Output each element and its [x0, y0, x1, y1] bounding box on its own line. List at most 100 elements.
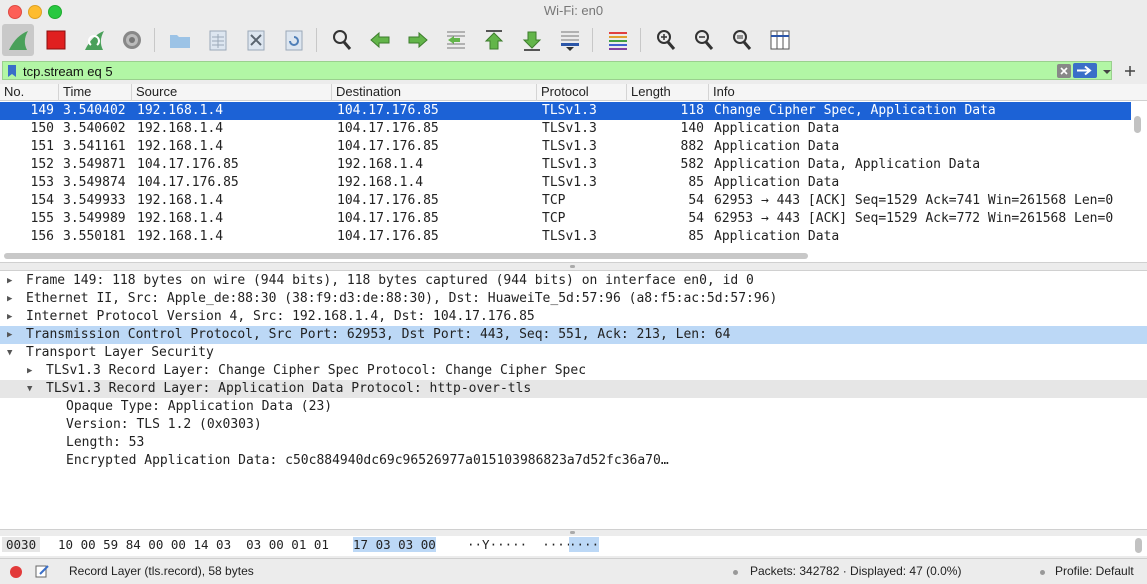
zoom-in-button[interactable]	[650, 24, 682, 56]
expand-arrow-right-icon[interactable]: ▶	[7, 290, 17, 308]
packet-protocol: TLSv1.3	[542, 175, 597, 190]
column-header-no[interactable]: No.	[0, 84, 59, 101]
stop-capture-button[interactable]	[40, 24, 72, 56]
restart-capture-button[interactable]	[78, 24, 110, 56]
detail-row[interactable]: ▶ Internet Protocol Version 4, Src: 192.1…	[0, 308, 1147, 326]
close-file-button[interactable]	[240, 24, 272, 56]
packet-row[interactable]: 149 3.540402 192.168.1.4 104.17.176.85 TLSv1…	[0, 102, 1131, 120]
last-packet-button[interactable]	[516, 24, 548, 56]
minimize-window-button[interactable]	[28, 5, 42, 19]
detail-text: TLSv1.3 Record Layer: Application Data P…	[46, 381, 532, 396]
packet-destination: 192.168.1.4	[337, 175, 424, 190]
packet-row[interactable]: 156 3.550181 192.168.1.4 104.17.176.85 TLSv1…	[0, 228, 1131, 246]
packet-row[interactable]: 151 3.541161 192.168.1.4 104.17.176.85 TLSv1…	[0, 138, 1131, 156]
column-header-destination[interactable]: Destination	[332, 84, 537, 101]
colorize-button[interactable]	[602, 24, 634, 56]
bytes-ascii-highlight[interactable]: ····	[569, 537, 600, 552]
zoom-out-icon	[695, 30, 714, 50]
capture-comment-icon[interactable]	[35, 564, 49, 578]
expand-arrow-down-icon[interactable]: ▼	[7, 344, 17, 362]
bookmark-icon[interactable]	[6, 64, 18, 78]
expand-arrow-right-icon[interactable]: ▶	[27, 362, 37, 380]
column-header-protocol[interactable]: Protocol	[537, 84, 627, 101]
pane-splitter[interactable]	[0, 262, 1147, 271]
packet-number: 153	[30, 175, 54, 190]
horizontal-scrollbar-thumb[interactable]	[4, 253, 808, 259]
packet-number: 151	[30, 139, 54, 154]
first-packet-button[interactable]	[478, 24, 510, 56]
detail-row[interactable]: Version: TLS 1.2 (0x0303)	[0, 416, 1147, 434]
splitter-handle[interactable]	[570, 531, 575, 534]
detail-row[interactable]: ▶ Frame 149: 118 bytes on wire (944 bits)…	[0, 272, 1147, 290]
detail-row[interactable]: Opaque Type: Application Data (23)	[0, 398, 1147, 416]
chevron-down-icon[interactable]	[1102, 67, 1112, 77]
packet-number: 156	[30, 229, 54, 244]
packet-list-pane: No. Time Source Destination Protocol Len…	[0, 84, 1147, 262]
column-header-time[interactable]: Time	[59, 84, 132, 101]
display-filter-bar: tcp.stream eq 5	[0, 61, 1147, 81]
find-packet-button[interactable]	[326, 24, 358, 56]
packet-destination: 104.17.176.85	[337, 103, 439, 118]
detail-row[interactable]: ▶ Ethernet II, Src: Apple_de:88:30 (38:f9…	[0, 290, 1147, 308]
zoom-out-button[interactable]	[688, 24, 720, 56]
expand-arrow-down-icon[interactable]: ▼	[27, 380, 37, 398]
packet-row[interactable]: 154 3.549933 192.168.1.4 104.17.176.85 TCP 54…	[0, 192, 1131, 210]
splitter-handle[interactable]	[570, 265, 575, 268]
open-file-button[interactable]	[164, 24, 196, 56]
packet-protocol: TLSv1.3	[542, 103, 597, 118]
packet-protocol: TCP	[542, 211, 566, 226]
auto-scroll-button[interactable]	[554, 24, 586, 56]
expand-arrow-right-icon[interactable]: ▶	[7, 326, 17, 344]
go-back-button[interactable]	[364, 24, 396, 56]
bytes-hex[interactable]: 10 00 59 84 00 00 14 03 03 00 01 01	[58, 537, 329, 552]
detail-row[interactable]: Encrypted Application Data: c50c884940dc…	[0, 452, 1147, 470]
packet-info: Change Cipher Spec, Application Data	[714, 103, 996, 118]
go-to-packet-button[interactable]	[440, 24, 472, 56]
column-header-source[interactable]: Source	[132, 84, 332, 101]
packet-source: 192.168.1.4	[137, 193, 224, 208]
reload-file-button[interactable]	[278, 24, 310, 56]
packet-time: 3.549933	[63, 193, 126, 208]
expert-info-icon[interactable]	[9, 565, 23, 579]
vertical-scrollbar-thumb[interactable]	[1134, 116, 1141, 133]
expand-arrow-right-icon[interactable]: ▶	[7, 308, 17, 326]
close-window-button[interactable]	[8, 5, 22, 19]
zoom-window-button[interactable]	[48, 5, 62, 19]
packet-number: 149	[30, 103, 54, 118]
detail-row[interactable]: ▶ Transmission Control Protocol, Src Port…	[0, 326, 1147, 344]
detail-text: Ethernet II, Src: Apple_de:88:30 (38:f9:…	[26, 291, 778, 306]
detail-row[interactable]: Length: 53	[0, 434, 1147, 452]
apply-filter-button[interactable]	[1073, 63, 1097, 78]
bytes-ascii[interactable]: ··Y····· ····	[467, 537, 572, 552]
packet-row[interactable]: 152 3.549871 104.17.176.85 192.168.1.4 TLSv1…	[0, 156, 1131, 174]
packet-source: 104.17.176.85	[137, 157, 239, 172]
capture-options-button[interactable]	[116, 24, 148, 56]
packet-source: 104.17.176.85	[137, 175, 239, 190]
clear-filter-icon[interactable]	[1057, 64, 1071, 78]
detail-row[interactable]: ▼ TLSv1.3 Record Layer: Application Data …	[0, 380, 1147, 398]
status-field-info: Record Layer (tls.record), 58 bytes	[69, 564, 254, 578]
packet-row[interactable]: 150 3.540602 192.168.1.4 104.17.176.85 TLSv1…	[0, 120, 1131, 138]
pane-splitter[interactable]	[0, 529, 1147, 536]
shark-fin-icon	[9, 31, 28, 50]
packet-row[interactable]: 155 3.549989 192.168.1.4 104.17.176.85 TCP 54…	[0, 210, 1131, 228]
normal-size-button[interactable]	[726, 24, 758, 56]
go-forward-button[interactable]	[402, 24, 434, 56]
detail-row[interactable]: ▼ Transport Layer Security	[0, 344, 1147, 362]
display-filter-input[interactable]: tcp.stream eq 5	[2, 61, 1112, 80]
toolbar-separator	[592, 28, 593, 52]
save-file-button[interactable]	[202, 24, 234, 56]
bytes-hex-highlight[interactable]: 17 03 03 00	[353, 537, 436, 552]
packet-row[interactable]: 153 3.549874 104.17.176.85 192.168.1.4 TLSv1…	[0, 174, 1131, 192]
bytes-scrollbar-thumb[interactable]	[1135, 538, 1142, 553]
column-header-length[interactable]: Length	[627, 84, 709, 101]
resize-columns-button[interactable]	[764, 24, 796, 56]
expand-arrow-right-icon[interactable]: ▶	[7, 272, 17, 290]
start-capture-button[interactable]	[2, 24, 34, 56]
window-title: Wi-Fi: en0	[543, 3, 604, 18]
status-profile[interactable]: Profile: Default	[1055, 564, 1134, 578]
add-filter-button-icon[interactable]	[1124, 65, 1136, 77]
detail-row[interactable]: ▶ TLSv1.3 Record Layer: Change Cipher Spe…	[0, 362, 1147, 380]
main-toolbar	[0, 22, 1147, 58]
column-header-info[interactable]: Info	[709, 84, 1147, 101]
